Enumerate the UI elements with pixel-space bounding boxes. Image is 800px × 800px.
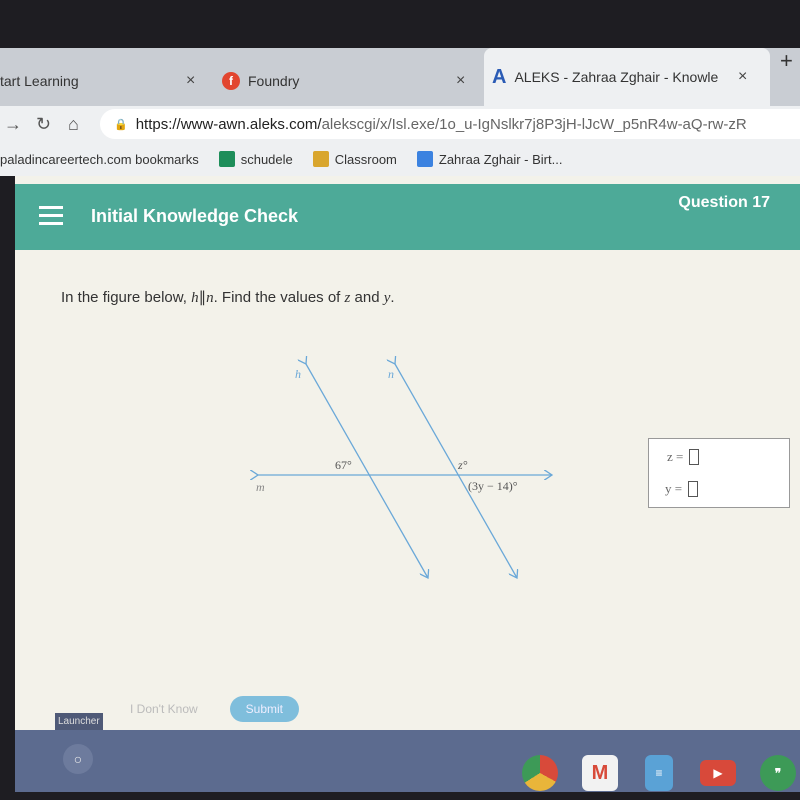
aleks-page: Initial Knowledge Check Question 17 In t…	[15, 176, 800, 730]
docs-icon[interactable]: ≡	[645, 755, 673, 791]
classroom-icon	[312, 151, 329, 167]
bookmarks-bar: paladincareertech.com bookmarks schudele…	[0, 142, 800, 176]
question-text: In the figure below, h∥n. Find the value…	[61, 289, 395, 306]
line-h	[306, 364, 428, 578]
z-input[interactable]	[689, 449, 700, 465]
url-input[interactable]: 🔒 https://www-awn.aleks.com/alekscgi/x/I…	[100, 109, 800, 139]
chromeos-shelf: ○ M ≡ ▶ ❞	[15, 730, 800, 792]
tab-foundry[interactable]: f Foundry ×	[222, 56, 472, 106]
docs-icon	[416, 151, 433, 167]
lock-icon: 🔒	[114, 118, 128, 131]
y-input[interactable]	[688, 481, 699, 497]
sheets-icon	[218, 151, 235, 167]
youtube-icon[interactable]: ▶	[700, 760, 736, 786]
launcher-tooltip: Launcher	[55, 713, 103, 730]
aleks-icon: A	[492, 65, 507, 88]
bookmark-doc[interactable]: Zahraa Zghair - Birt...	[416, 151, 563, 167]
tab-label: tart Learning	[0, 73, 79, 89]
url-path: alekscgi/x/Isl.exe/1o_u-IgNslkr7j8P3jH-l…	[321, 115, 747, 133]
answer-panel: z = y =	[648, 438, 790, 508]
dont-know-button[interactable]: I Don't Know	[130, 702, 198, 716]
url-host: https://www-awn.aleks.com/	[135, 115, 322, 133]
bookmark-schudele[interactable]: schudele	[218, 151, 293, 167]
home-icon[interactable]: ⌂	[68, 114, 96, 135]
label-m: m	[256, 480, 265, 494]
address-bar: → ↻ ⌂ 🔒 https://www-awn.aleks.com/aleksc…	[0, 106, 800, 142]
tab-label: ALEKS - Zahraa Zghair - Knowle	[514, 69, 719, 85]
bookmark-label: Classroom	[334, 151, 397, 167]
bookmark-classroom[interactable]: Classroom	[312, 151, 397, 167]
page-title: Initial Knowledge Check	[91, 206, 299, 226]
reload-icon[interactable]: ↻	[36, 114, 64, 135]
parallel-lines-figure: h n m 67° z° (3y − 14)°	[240, 356, 570, 586]
foundry-icon: f	[222, 72, 240, 90]
tab-bar: tart Learning × f Foundry × A ALEKS - Za…	[0, 48, 800, 106]
bookmark-paladin[interactable]: paladincareertech.com bookmarks	[0, 152, 199, 167]
forward-icon[interactable]: →	[4, 114, 32, 135]
submit-button[interactable]: Submit	[229, 696, 300, 722]
launcher-button[interactable]: ○	[63, 744, 93, 774]
close-icon[interactable]: ×	[456, 72, 465, 90]
chrome-icon[interactable]	[522, 755, 558, 791]
label-n: n	[388, 367, 394, 381]
tab-label: Foundry	[248, 73, 300, 89]
line-n	[395, 364, 517, 578]
hangouts-icon[interactable]: ❞	[760, 755, 796, 791]
menu-icon[interactable]	[39, 206, 63, 230]
angle-67: 67°	[335, 458, 352, 472]
bookmark-label: schudele	[240, 151, 293, 167]
close-icon[interactable]: ×	[738, 68, 747, 86]
angle-z: z°	[457, 458, 468, 472]
tab-start-learning[interactable]: tart Learning ×	[0, 56, 210, 106]
question-number: Question 17	[678, 194, 770, 211]
bookmark-label: Zahraa Zghair - Birt...	[438, 151, 563, 167]
close-icon[interactable]: ×	[186, 72, 195, 90]
tab-aleks[interactable]: A ALEKS - Zahraa Zghair - Knowle ×	[484, 48, 770, 106]
header: Initial Knowledge Check Question 17	[15, 184, 800, 250]
label-h: h	[295, 367, 301, 381]
angle-3y-14: (3y − 14)°	[468, 479, 518, 493]
z-label: z =	[667, 449, 684, 464]
y-label: y =	[665, 481, 683, 496]
new-tab-button[interactable]: +	[780, 48, 793, 74]
gmail-icon[interactable]: M	[582, 755, 618, 791]
